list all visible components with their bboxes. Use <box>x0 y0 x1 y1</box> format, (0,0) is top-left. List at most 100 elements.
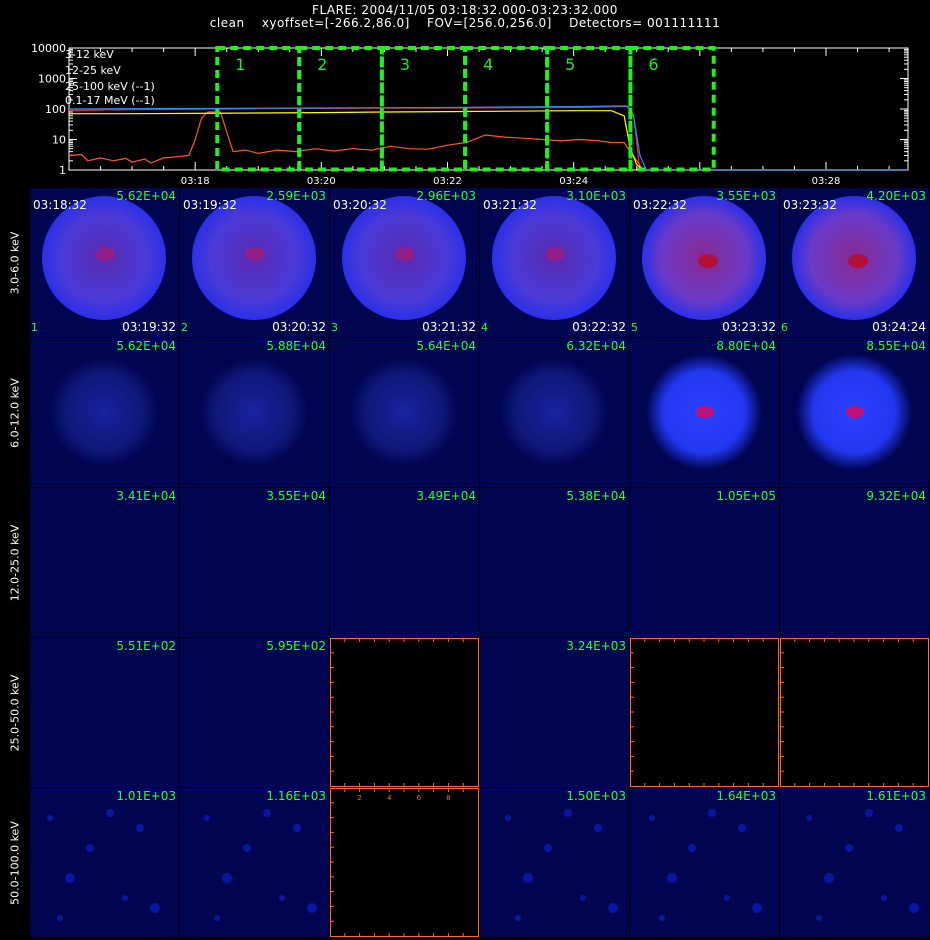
empty-panel-frame <box>630 638 779 787</box>
image-panel: 9.32E+04 <box>780 488 929 637</box>
image-peak-value: 8.80E+04 <box>716 339 776 353</box>
source-core <box>698 254 718 268</box>
noise-speck <box>523 873 533 883</box>
series-line-3 <box>68 105 908 171</box>
image-panel: 3.24E+03 <box>480 638 629 787</box>
noise-speck <box>279 895 285 901</box>
source-core <box>395 247 415 261</box>
image-peak-value: 5.64E+04 <box>416 339 476 353</box>
image-blob <box>505 809 618 921</box>
interval-number: 1 <box>31 321 38 334</box>
y-tick-label: 100 <box>45 103 66 116</box>
interval-label: 4 <box>483 55 493 74</box>
energy-band-text: 25.0-50.0 keV <box>8 674 22 752</box>
noise-speck <box>708 809 716 817</box>
y-tick-label: 1000 <box>38 73 66 86</box>
image-panel: 2.96E+03 03:20:32 03:21:32 3 <box>330 188 479 337</box>
interval-label: 5 <box>565 55 575 74</box>
noise-speck <box>106 809 114 817</box>
x-tick-label: 03:20 <box>307 176 336 187</box>
image-blob <box>180 638 329 787</box>
interval-start-time: 03:20:32 <box>333 198 387 212</box>
noise-speck <box>307 903 317 913</box>
image-panel: 5.95E+02 <box>180 638 329 787</box>
image-blob <box>480 488 629 637</box>
image-panel: 1.05E+05 <box>630 488 779 637</box>
image-peak-value: 3.10E+03 <box>566 189 626 203</box>
interval-end-time: 03:23:32 <box>722 320 776 334</box>
image-panel: 1.61E+03 <box>780 788 929 937</box>
interval-start-time: 03:22:32 <box>633 198 687 212</box>
noise-speck <box>515 915 521 921</box>
image-panel: 2468 <box>780 638 929 787</box>
image-panel: 8.80E+04 <box>630 338 779 487</box>
image-panel: 5.51E+02 <box>30 638 179 787</box>
empty-panel-axes: 2468 <box>780 638 929 787</box>
noise-speck <box>865 809 873 817</box>
noise-speck <box>845 844 853 852</box>
image-peak-value: 2.59E+03 <box>266 189 326 203</box>
noise-speck <box>57 915 63 921</box>
energy-band-label: 6.0-12.0 keV <box>0 338 30 488</box>
image-peak-value: 6.32E+04 <box>566 339 626 353</box>
image-peak-value: 5.38E+04 <box>566 489 626 503</box>
x-tick-label: 03:28 <box>812 176 841 187</box>
legend-entry-0.1-17: 0.1-17 MeV (--1) <box>65 94 155 107</box>
image-panel: 5.88E+04 <box>180 338 329 487</box>
noise-speck <box>881 895 887 901</box>
image-panel: 6.32E+04 <box>480 338 629 487</box>
axis-tick-label: 4 <box>387 794 392 802</box>
noise-speck <box>150 903 160 913</box>
legend-entry-12-25: 12-25 keV <box>65 64 121 77</box>
y-tick-label: 10 <box>52 134 66 147</box>
source-core <box>245 247 265 261</box>
noise-speck <box>86 844 94 852</box>
noise-speck <box>204 815 210 821</box>
y-tick-label: 10000 <box>31 42 66 55</box>
noise-speck <box>243 844 251 852</box>
image-panel: 22446688 <box>330 788 479 937</box>
image-panel: 5.38E+04 <box>480 488 629 637</box>
empty-panel-axes: 2468 <box>630 638 779 787</box>
image-peak-value: 4.20E+03 <box>866 189 926 203</box>
source-disk <box>200 358 308 466</box>
image-panel: 1.50E+03 <box>480 788 629 937</box>
image-panel: 3.10E+03 03:21:32 03:22:32 4 <box>480 188 629 337</box>
image-blob <box>780 488 929 637</box>
noise-speck <box>136 824 144 832</box>
image-blob <box>330 488 479 637</box>
energy-band-label: 25.0-50.0 keV <box>0 638 30 788</box>
image-peak-value: 3.55E+03 <box>716 189 776 203</box>
legend-entry-25-100: 25-100 keV (--1) <box>65 80 155 93</box>
image-peak-value: 1.05E+05 <box>716 489 776 503</box>
image-peak-value: 5.62E+04 <box>116 189 176 203</box>
interval-box-6 <box>628 46 716 172</box>
noise-speck <box>909 903 919 913</box>
interval-label: 2 <box>317 55 327 74</box>
noise-speck <box>649 815 655 821</box>
image-blob <box>30 638 179 787</box>
interval-label: 6 <box>648 55 658 74</box>
image-peak-value: 1.01E+03 <box>116 789 176 803</box>
empty-panel-frame <box>330 788 479 937</box>
image-panel: 1.16E+03 <box>180 788 329 937</box>
noise-speck <box>659 915 665 921</box>
interval-label: 1 <box>235 55 245 74</box>
energy-band-label: 12.0-25.0 keV <box>0 488 30 638</box>
noise-speck <box>816 915 822 921</box>
image-panel: 4.20E+03 03:23:32 03:24:24 6 <box>780 188 929 337</box>
image-peak-value: 1.61E+03 <box>866 789 926 803</box>
noise-speck <box>594 824 602 832</box>
image-panel: 2468 <box>330 638 479 787</box>
interval-end-time: 03:21:32 <box>422 320 476 334</box>
image-peak-value: 5.51E+02 <box>116 639 176 653</box>
image-blob <box>630 488 779 637</box>
image-blob <box>30 488 179 637</box>
noise-speck <box>580 895 586 901</box>
noise-speck <box>564 809 572 817</box>
empty-panel-axes: 2468 <box>330 638 479 787</box>
legend-entry-3-12: 3-12 keV <box>65 48 114 61</box>
axis-tick-label: 2 <box>357 794 361 802</box>
noise-speck <box>214 915 220 921</box>
interval-number: 6 <box>781 321 788 334</box>
